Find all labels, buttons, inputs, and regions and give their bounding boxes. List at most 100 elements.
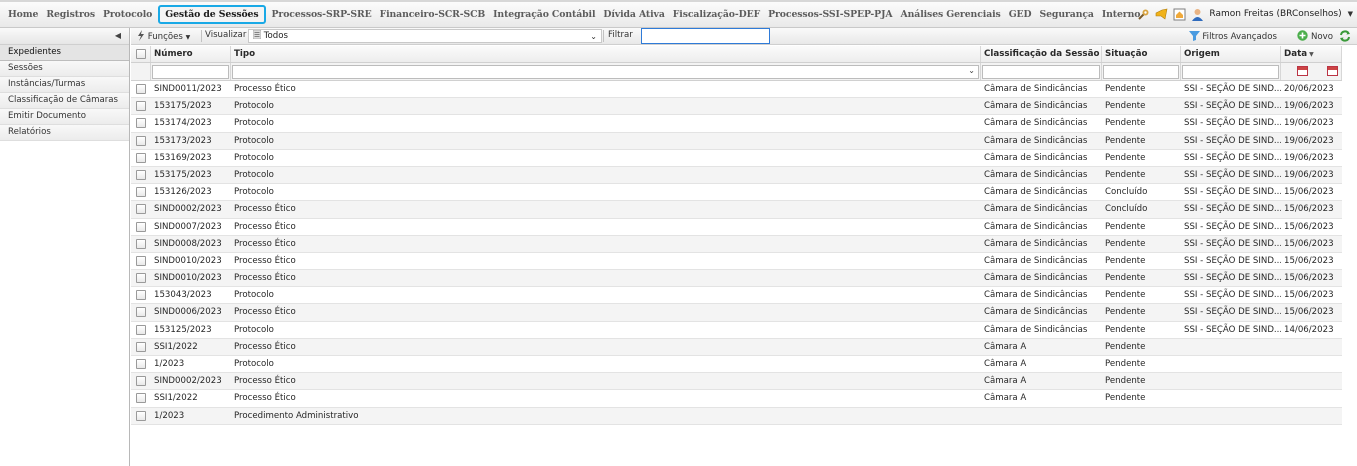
filter-label: Filtrar [608, 30, 633, 40]
new-button[interactable]: Novo [1297, 30, 1333, 42]
table-row[interactable]: 153174/2023 Protocolo Câmara de Sindicânci… [131, 115, 1342, 133]
calendar-icon[interactable] [1297, 66, 1308, 76]
table-row[interactable]: SSI1/2022 Processo Ético Câmara A Pendente [131, 390, 1342, 408]
advanced-filters-button[interactable]: Filtros Avançados [1188, 30, 1277, 42]
column-header-origem[interactable]: Origem [1181, 46, 1281, 62]
menu-item-8[interactable]: Fiscalização-DEF [669, 9, 764, 20]
calendar-icon[interactable] [1327, 66, 1338, 76]
row-checkbox[interactable] [136, 341, 146, 352]
table-row[interactable]: SIND0002/2023 Processo Ético Câmara A Pende… [131, 373, 1342, 391]
row-checkbox[interactable] [136, 255, 146, 266]
row-select-cell [131, 219, 151, 235]
sidebar-item-0[interactable]: Expedientes [0, 45, 129, 61]
column-header-situacao[interactable]: Situação [1102, 46, 1181, 62]
menu-item-4[interactable]: Processos-SRP-SRE [268, 9, 376, 20]
row-checkbox[interactable] [136, 410, 146, 421]
tools-icon[interactable] [1137, 8, 1150, 21]
numero-filter-input[interactable] [152, 65, 229, 79]
classificacao-filter-input[interactable] [982, 65, 1100, 79]
table-row[interactable]: 153175/2023 Protocolo Câmara de Sindicânci… [131, 98, 1342, 116]
row-checkbox[interactable] [136, 118, 146, 129]
table-row[interactable]: SIND0011/2023 Processo Ético Câmara de Sin… [131, 81, 1342, 99]
row-checkbox[interactable] [136, 376, 146, 387]
table-row[interactable]: 153169/2023 Protocolo Câmara de Sindicânci… [131, 150, 1342, 167]
column-header-numero[interactable]: Número [151, 46, 231, 62]
sidebar-item-4[interactable]: Emitir Documento [0, 109, 129, 125]
situacao-filter-input[interactable] [1103, 65, 1179, 79]
row-checkbox[interactable] [136, 135, 146, 146]
origem-filter-input[interactable] [1182, 65, 1279, 79]
menu-item-6[interactable]: Integração Contábil [489, 9, 599, 20]
cell-tipo: Processo Ético [234, 307, 296, 318]
cell-numero: SSI1/2022 [154, 393, 198, 404]
menu-item-11[interactable]: GED [1005, 9, 1036, 20]
row-checkbox[interactable] [136, 152, 146, 163]
table-row[interactable]: 1/2023 Protocolo Câmara A Pendente [131, 356, 1342, 374]
sidebar-item-3[interactable]: Classificação de Câmaras [0, 93, 129, 109]
row-checkbox[interactable] [136, 324, 146, 335]
sidebar-item-5[interactable]: Relatórios [0, 125, 129, 141]
row-checkbox[interactable] [136, 393, 146, 404]
row-checkbox[interactable] [136, 204, 146, 215]
functions-menu-button[interactable]: Funções ▼ [137, 30, 190, 42]
home-icon[interactable] [1173, 8, 1186, 21]
table-row[interactable]: SIND0008/2023 Processo Ético Câmara de Sin… [131, 235, 1342, 253]
row-select-cell [131, 356, 151, 372]
announcement-icon[interactable] [1155, 8, 1168, 21]
filter-input[interactable] [641, 28, 770, 44]
cell-origem: SSI - SEÇÃO DE SIND... [1184, 221, 1281, 232]
row-checkbox[interactable] [136, 169, 146, 180]
user-menu-caret-icon[interactable]: ▼ [1348, 10, 1353, 18]
menu-item-5[interactable]: Financeiro-SCR-SCB [376, 9, 490, 20]
row-checkbox[interactable] [136, 238, 146, 249]
user-name[interactable]: Ramon Freitas (BRConselhos) [1209, 9, 1341, 19]
row-select-cell [131, 270, 151, 286]
refresh-icon[interactable] [1339, 30, 1351, 42]
table-row[interactable]: SIND0010/2023 Processo Ético Câmara de Sin… [131, 270, 1342, 288]
menu-item-10[interactable]: Análises Gerenciais [897, 9, 1005, 20]
row-checkbox[interactable] [136, 359, 146, 369]
table-row[interactable]: SSI1/2022 Processo Ético Câmara A Pendente [131, 338, 1342, 356]
menu-item-3[interactable]: Gestão de Sessões [158, 4, 266, 24]
select-all-checkbox[interactable] [136, 49, 146, 59]
filter-cell-tipo: ⌄ [231, 63, 981, 80]
table-row[interactable]: SIND0006/2023 Processo Ético Câmara de Sin… [131, 304, 1342, 322]
menu-item-2[interactable]: Protocolo [99, 9, 156, 20]
view-select[interactable]: Todos ⌄ [248, 29, 602, 43]
row-checkbox[interactable] [136, 307, 146, 318]
cell-classificacao: Câmara de Sindicâncias [984, 255, 1088, 266]
table-row[interactable]: SIND0010/2023 Processo Ético Câmara de Sin… [131, 253, 1342, 271]
row-checkbox[interactable] [136, 273, 146, 284]
table-row[interactable]: 1/2023 Procedimento Administrativo [131, 407, 1342, 425]
table-row[interactable]: 153173/2023 Protocolo Câmara de Sindicânci… [131, 132, 1342, 150]
column-header-tipo[interactable]: Tipo [231, 46, 981, 62]
row-checkbox[interactable] [136, 290, 146, 301]
row-checkbox[interactable] [136, 221, 146, 232]
menu-item-0[interactable]: Home [4, 9, 42, 20]
menu-item-9[interactable]: Processos-SSI-SPEP-PJA [764, 9, 896, 20]
cell-situacao: Pendente [1105, 376, 1146, 387]
user-icon [1191, 8, 1204, 21]
table-row[interactable]: SIND0002/2023 Processo Ético Câmara de Sin… [131, 201, 1342, 219]
row-checkbox[interactable] [136, 101, 146, 112]
menu-item-1[interactable]: Registros [42, 9, 99, 20]
row-checkbox[interactable] [136, 84, 146, 94]
column-header-classificacao[interactable]: Classificação da Sessão [981, 46, 1102, 62]
menu-item-12[interactable]: Segurança [1036, 9, 1098, 20]
cell-data: 19/06/2023 [1284, 101, 1334, 112]
column-header-data[interactable]: Data ▼ [1281, 46, 1342, 62]
sidebar-item-2[interactable]: Instâncias/Turmas [0, 77, 129, 93]
table-row[interactable]: 153175/2023 Protocolo Câmara de Sindicânci… [131, 166, 1342, 185]
tipo-filter-select[interactable]: ⌄ [232, 65, 979, 79]
table-row[interactable]: 153125/2023 Protocolo Câmara de Sindicânci… [131, 322, 1342, 339]
row-select-cell [131, 81, 151, 97]
collapse-panel-icon[interactable]: ◀ [115, 31, 121, 40]
row-checkbox[interactable] [136, 187, 146, 198]
sidebar-item-1[interactable]: Sessões [0, 61, 129, 77]
menu-item-7[interactable]: Dívida Ativa [599, 9, 668, 20]
table-row[interactable]: 153126/2023 Protocolo Câmara de Sindicânci… [131, 184, 1342, 202]
cell-numero: 1/2023 [154, 359, 185, 369]
table-row[interactable]: 153043/2023 Protocolo Câmara de Sindicânci… [131, 287, 1342, 305]
filter-cell-situacao [1102, 63, 1181, 80]
table-row[interactable]: SIND0007/2023 Processo Ético Câmara de Sin… [131, 219, 1342, 236]
